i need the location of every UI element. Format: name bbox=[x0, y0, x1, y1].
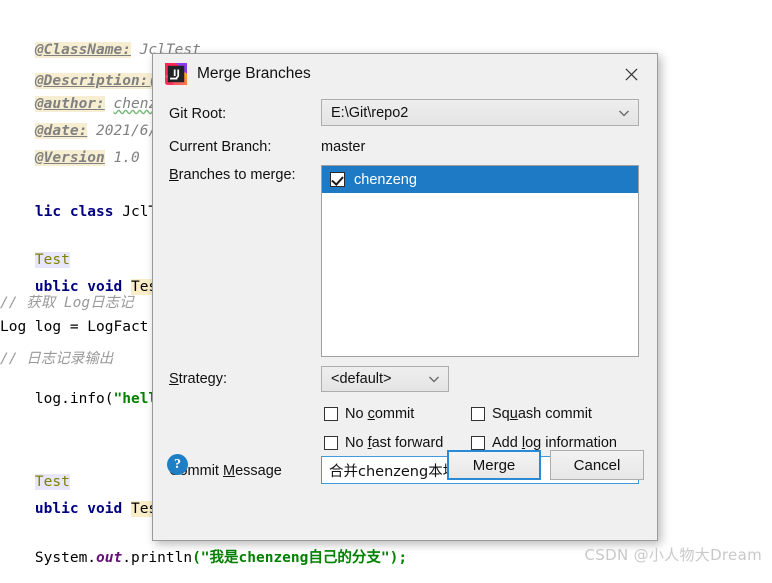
javadoc-tag: @Version bbox=[34, 150, 105, 166]
strategy-label: Strategy: bbox=[169, 371, 228, 387]
add-log-info-checkbox[interactable] bbox=[471, 436, 485, 450]
squash-commit-checkbox[interactable] bbox=[471, 407, 485, 421]
add-log-info-label: Add log information bbox=[492, 435, 617, 451]
dialog-title: Merge Branches bbox=[197, 65, 311, 82]
no-commit-label: No commit bbox=[345, 406, 415, 422]
checkbox-add-log-information[interactable]: Add log information bbox=[471, 435, 617, 451]
no-fast-forward-label: No fast forward bbox=[345, 435, 444, 451]
current-branch-label: Current Branch: bbox=[169, 139, 272, 155]
branch-name: chenzeng bbox=[354, 171, 417, 188]
intellij-idea-icon: IJ bbox=[165, 63, 187, 85]
cancel-button[interactable]: Cancel bbox=[550, 450, 644, 480]
chevron-down-icon bbox=[616, 105, 632, 121]
class-keyword: lic class bbox=[34, 204, 114, 220]
no-fast-forward-checkbox[interactable] bbox=[324, 436, 338, 450]
branch-checkbox[interactable] bbox=[330, 172, 345, 187]
merge-button[interactable]: Merge bbox=[447, 450, 541, 480]
checkbox-no-commit[interactable]: No commit bbox=[324, 406, 414, 422]
statement-log-factory: Log log = LogFact bbox=[0, 319, 149, 335]
checkbox-no-fast-forward[interactable]: No fast forward bbox=[324, 435, 443, 451]
checkbox-squash-commit[interactable]: Squash commit bbox=[471, 406, 592, 422]
commit-message-mnemonic: M bbox=[222, 463, 236, 479]
dialog-titlebar: IJ Merge Branches bbox=[153, 54, 657, 94]
comment-line-1: // 获取 Log日志记 bbox=[0, 295, 134, 311]
comment-line-2: // 日志记录输出 bbox=[0, 351, 114, 367]
chevron-down-icon bbox=[426, 371, 442, 387]
branches-mnemonic: B bbox=[169, 167, 179, 183]
close-icon[interactable] bbox=[613, 59, 649, 89]
branches-to-merge-label: Branches to merge: bbox=[169, 167, 296, 183]
watermark: CSDN @小人物大Dream bbox=[584, 546, 762, 564]
statement-log-info: log.info("hello bbox=[34, 391, 175, 407]
merge-branches-dialog: IJ Merge Branches Git Root: E:\Git\repo2… bbox=[152, 53, 658, 541]
strategy-value: <default> bbox=[331, 371, 392, 387]
no-commit-checkbox[interactable] bbox=[324, 407, 338, 421]
current-branch-value: master bbox=[321, 139, 366, 155]
help-icon[interactable]: ? bbox=[167, 454, 188, 475]
javadoc-line-version: @Version 1.0 bbox=[0, 134, 140, 182]
git-root-value: E:\Git\repo2 bbox=[331, 104, 409, 121]
squash-commit-label: Squash commit bbox=[492, 406, 592, 422]
javadoc-value: 1.0 bbox=[113, 150, 140, 166]
git-root-combobox[interactable]: E:\Git\repo2 bbox=[321, 99, 639, 126]
svg-text:IJ: IJ bbox=[173, 68, 180, 79]
strategy-mnemonic: S bbox=[169, 371, 179, 387]
branches-list[interactable]: chenzeng bbox=[321, 165, 639, 357]
strategy-combobox[interactable]: <default> bbox=[321, 366, 449, 392]
git-root-label: Git Root: bbox=[169, 106, 227, 122]
list-item[interactable]: chenzeng bbox=[322, 166, 638, 193]
